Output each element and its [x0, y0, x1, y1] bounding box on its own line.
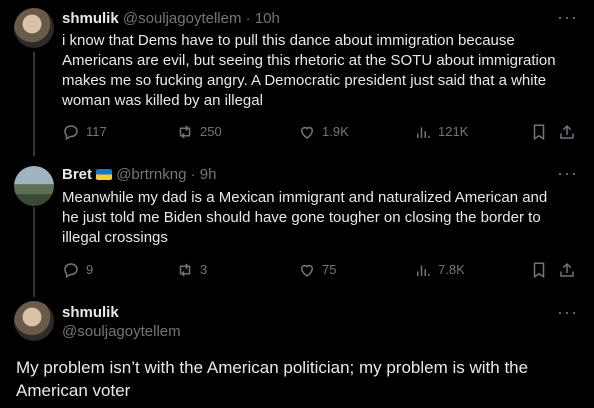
display-name[interactable]: shmulik — [62, 10, 119, 27]
separator: · — [245, 10, 251, 27]
reply-button[interactable]: 117 — [62, 122, 107, 142]
bookmark-icon — [533, 262, 545, 279]
like-button[interactable]: 75 — [298, 260, 336, 280]
ukraine-flag-icon — [96, 169, 113, 180]
more-icon[interactable]: ··· — [557, 302, 578, 323]
tweet-text: i know that Dems have to pull this dance… — [62, 32, 556, 109]
like-count: 1.9K — [322, 124, 349, 139]
more-icon[interactable]: ··· — [557, 163, 578, 184]
author-handle: @souljagoytellem — [62, 322, 181, 342]
tweet[interactable]: Bret @brtrnkng · 9h ··· Meanwhile my dad… — [0, 160, 594, 295]
views-icon — [417, 127, 430, 138]
tweet-actions: 9 3 75 7.8K — [62, 260, 580, 280]
share-button[interactable] — [558, 122, 576, 142]
tweet-header: Bret @brtrnkng · 9h — [62, 165, 216, 185]
avatar[interactable] — [14, 166, 54, 206]
reply-icon — [64, 125, 78, 141]
tweet-actions: 117 250 1.9K 121K — [62, 122, 580, 142]
bookmark-icon — [533, 124, 545, 141]
tweet[interactable]: shmulik @souljagoytellem · 10h ··· i kno… — [0, 0, 594, 160]
display-name[interactable]: shmulik — [62, 304, 119, 321]
timestamp[interactable]: 10h — [255, 10, 280, 27]
share-icon — [560, 124, 574, 139]
views-button[interactable]: 121K — [414, 122, 468, 142]
views-count: 121K — [438, 124, 469, 139]
tweet-text: Meanwhile my dad is a Mexican immigrant … — [62, 189, 548, 246]
more-icon[interactable]: ··· — [557, 7, 578, 28]
separator: · — [190, 166, 196, 183]
repost-icon — [179, 125, 191, 139]
views-button[interactable]: 7.8K — [414, 260, 465, 280]
repost-button[interactable]: 250 — [176, 122, 222, 142]
tweet-header: shmulik @souljagoytellem · 10h — [62, 9, 280, 29]
views-count: 7.8K — [438, 262, 465, 277]
like-button[interactable]: 1.9K — [298, 122, 349, 142]
avatar[interactable] — [14, 301, 54, 341]
share-button[interactable] — [558, 260, 576, 280]
like-count: 75 — [322, 262, 337, 277]
heart-icon — [300, 264, 314, 277]
display-name[interactable]: Bret — [62, 166, 92, 183]
bookmark-button[interactable] — [530, 260, 548, 280]
handle[interactable]: @brtrnkng — [116, 166, 186, 183]
share-icon — [560, 262, 574, 277]
views-icon — [417, 265, 430, 276]
reply-icon — [64, 263, 78, 279]
avatar[interactable] — [14, 8, 54, 48]
reply-count: 117 — [86, 124, 107, 139]
heart-icon — [300, 126, 314, 139]
bookmark-button[interactable] — [530, 122, 548, 142]
repost-count: 250 — [200, 124, 222, 139]
main-tweet-text: My problem isn’t with the American polit… — [16, 358, 529, 400]
author-name: shmulik — [62, 303, 119, 323]
reply-button[interactable]: 9 — [62, 260, 93, 280]
repost-button[interactable]: 3 — [176, 260, 207, 280]
reply-count: 9 — [86, 262, 94, 277]
repost-icon — [179, 263, 191, 277]
repost-count: 3 — [200, 262, 208, 277]
handle[interactable]: @souljagoytellem — [123, 10, 242, 27]
handle[interactable]: @souljagoytellem — [62, 323, 181, 340]
timestamp[interactable]: 9h — [200, 166, 217, 183]
